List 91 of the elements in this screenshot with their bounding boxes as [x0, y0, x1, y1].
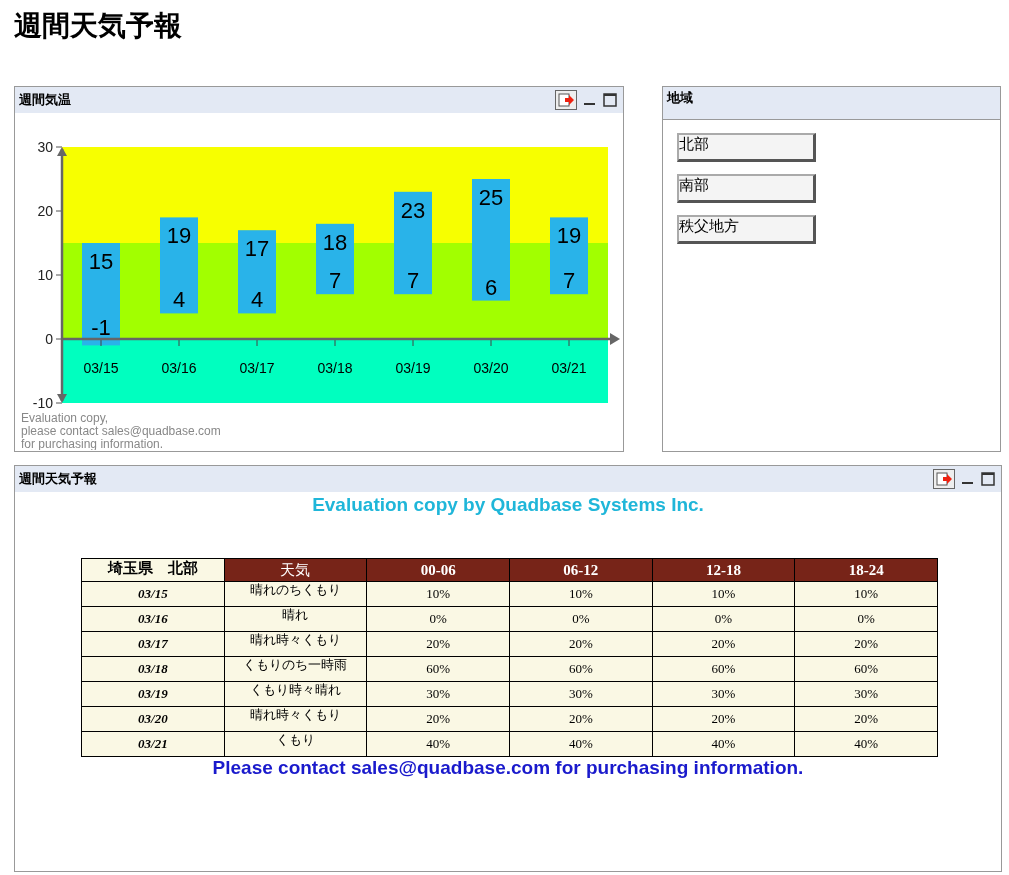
- high-value-label: 17: [244, 236, 270, 262]
- table-cell: 40%: [794, 731, 938, 757]
- table-cell: 40%: [652, 731, 795, 757]
- column-header: 06-12: [509, 558, 653, 582]
- low-value-label: 7: [406, 268, 420, 294]
- low-value-label: 4: [172, 287, 186, 313]
- panel-title: 週間天気予報: [19, 470, 98, 488]
- purchase-notice: Please contact sales@quadbase.com for purchasing information.: [211, 757, 805, 779]
- table-cell: 20%: [366, 706, 510, 732]
- region-button[interactable]: 南部: [677, 174, 816, 203]
- y-tick-label: 30: [37, 139, 53, 155]
- table-cell: 20%: [794, 631, 938, 657]
- region-button[interactable]: 北部: [677, 133, 816, 162]
- table-cell: 晴れ時々くもり: [224, 631, 367, 657]
- column-header: 埼玉県 北部: [81, 558, 225, 582]
- region-button[interactable]: 秩父地方: [677, 215, 816, 244]
- table-cell: 40%: [366, 731, 510, 757]
- low-value-label: 7: [562, 268, 576, 294]
- evaluation-notice: Evaluation copy by Quadbase Systems Inc.: [311, 494, 705, 516]
- x-tick-label: 03/17: [239, 360, 275, 376]
- x-tick-label: 03/15: [83, 360, 119, 376]
- table-cell: 10%: [366, 581, 510, 607]
- table-cell: 03/20: [81, 706, 225, 732]
- table-cell: 03/19: [81, 681, 225, 707]
- y-tick-label: 10: [37, 267, 53, 283]
- table-cell: 20%: [652, 631, 795, 657]
- table-cell: 10%: [652, 581, 795, 607]
- table-cell: 0%: [794, 606, 938, 632]
- low-value-label: 4: [250, 287, 264, 313]
- maximize-icon[interactable]: [603, 93, 617, 107]
- high-value-label: 19: [166, 223, 192, 249]
- table-cell: 20%: [509, 631, 653, 657]
- table-cell: くもり: [224, 731, 367, 757]
- table-cell: 10%: [794, 581, 938, 607]
- table-cell: 03/16: [81, 606, 225, 632]
- table-cell: 30%: [509, 681, 653, 707]
- table-cell: 03/21: [81, 731, 225, 757]
- table-cell: くもりのち一時雨: [224, 656, 367, 682]
- evaluation-watermark: Evaluation copy,: [21, 411, 109, 425]
- table-cell: 20%: [794, 706, 938, 732]
- table-cell: 60%: [366, 656, 510, 682]
- evaluation-watermark: for purchasing information.: [21, 437, 164, 450]
- table-cell: 晴れ: [224, 606, 367, 632]
- table-cell: 10%: [509, 581, 653, 607]
- table-cell: 晴れ時々くもり: [224, 706, 367, 732]
- column-header: 00-06: [366, 558, 510, 582]
- high-value-label: 15: [88, 249, 114, 274]
- high-value-label: 25: [478, 185, 504, 210]
- x-tick-label: 03/19: [395, 360, 431, 376]
- x-tick-label: 03/16: [161, 360, 197, 376]
- table-cell: 0%: [366, 606, 510, 632]
- export-icon[interactable]: [933, 469, 955, 489]
- y-tick-label: -10: [32, 395, 53, 411]
- column-header: 12-18: [652, 558, 795, 582]
- temperature-bar: [316, 223, 354, 295]
- table-cell: 40%: [509, 731, 653, 757]
- low-value-label: 7: [328, 268, 342, 294]
- table-cell: 20%: [509, 706, 653, 732]
- evaluation-watermark: please contact sales@quadbase.com: [21, 424, 221, 438]
- table-cell: 0%: [509, 606, 653, 632]
- table-cell: 30%: [366, 681, 510, 707]
- table-cell: 20%: [366, 631, 510, 657]
- low-value-label: -1: [91, 315, 111, 340]
- x-tick-label: 03/18: [317, 360, 353, 376]
- table-cell: 30%: [652, 681, 795, 707]
- table-cell: 30%: [794, 681, 938, 707]
- x-tick-label: 03/20: [473, 360, 509, 376]
- high-value-label: 19: [556, 223, 582, 249]
- maximize-icon[interactable]: [981, 472, 995, 486]
- high-value-label: 23: [400, 197, 426, 223]
- table-cell: 03/17: [81, 631, 225, 657]
- table-cell: くもり時々晴れ: [224, 681, 367, 707]
- panel-title: 地域: [667, 89, 694, 107]
- high-value-label: 18: [322, 229, 348, 255]
- table-cell: 60%: [652, 656, 795, 682]
- page-title: 週間天気予報: [14, 8, 183, 44]
- low-value-label: 6: [484, 274, 498, 300]
- x-tick-label: 03/21: [551, 360, 587, 376]
- table-cell: 晴れのちくもり: [224, 581, 367, 607]
- table-cell: 0%: [652, 606, 795, 632]
- table-cell: 60%: [794, 656, 938, 682]
- table-cell: 20%: [652, 706, 795, 732]
- column-header: 天気: [224, 558, 367, 582]
- table-cell: 03/18: [81, 656, 225, 682]
- column-header: 18-24: [794, 558, 938, 582]
- y-tick-label: 20: [37, 203, 53, 219]
- table-cell: 60%: [509, 656, 653, 682]
- export-icon[interactable]: [555, 90, 577, 110]
- panel-title: 週間気温: [19, 91, 72, 109]
- table-cell: 03/15: [81, 581, 225, 607]
- y-tick-label: 0: [45, 331, 53, 347]
